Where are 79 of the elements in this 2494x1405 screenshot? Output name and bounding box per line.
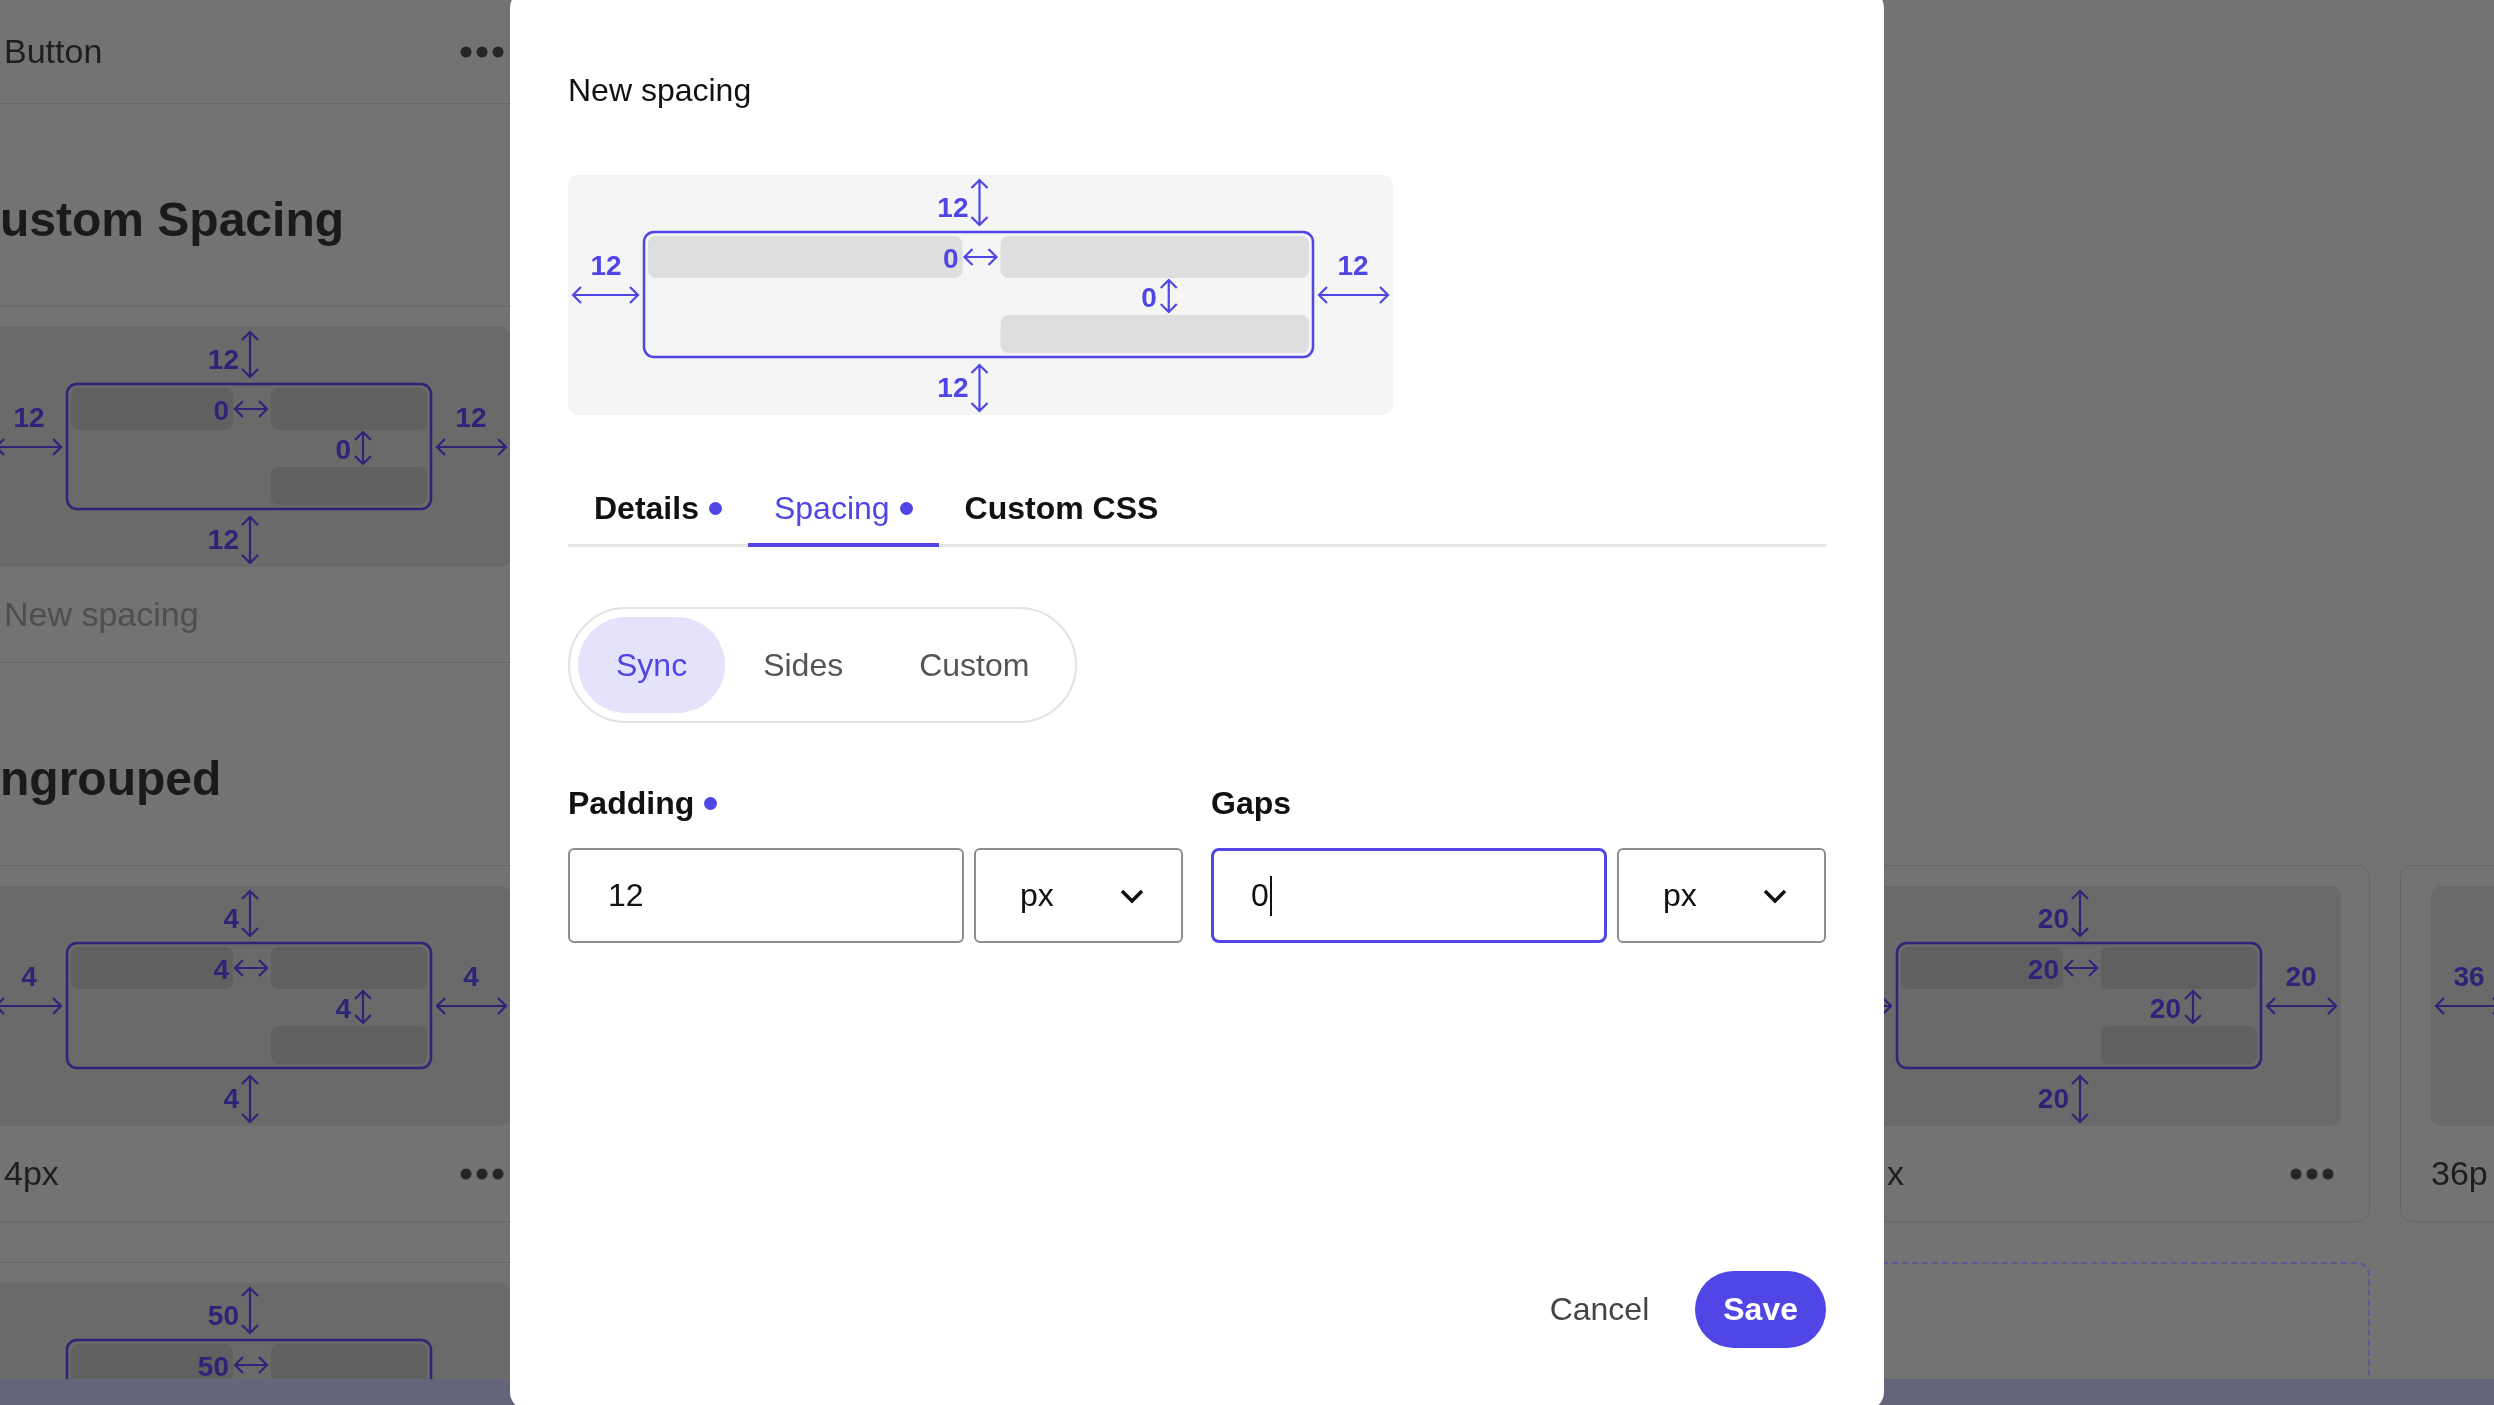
more-icon[interactable]	[460, 1167, 504, 1180]
unit-select[interactable]: px	[1617, 848, 1826, 943]
measure-label: 12	[590, 250, 622, 281]
measure-label: 20	[2027, 954, 2059, 985]
measure-label: 20	[2037, 1083, 2069, 1114]
section-heading: ngrouped	[0, 751, 222, 807]
measure-label: 0	[1141, 282, 1157, 313]
measure-label: 4	[213, 954, 229, 985]
double-arrow-icon	[435, 437, 508, 457]
double-arrow-icon	[353, 430, 373, 466]
measure-label: 0	[942, 243, 959, 274]
double-arrow-icon	[353, 989, 373, 1025]
measure-label: 12	[937, 192, 969, 223]
card-caption: 36p	[2431, 1154, 2488, 1193]
double-arrow-icon	[0, 437, 63, 457]
field-label: Padding	[568, 784, 695, 823]
chevron-icon	[1119, 887, 1145, 904]
double-arrow-icon	[2070, 889, 2090, 938]
measure-label: 50	[207, 1300, 239, 1331]
cancel-button[interactable]: Cancel	[1533, 1281, 1666, 1338]
measure-label: 50	[197, 1351, 229, 1382]
measure-label: 4	[463, 961, 479, 992]
double-arrow-icon	[0, 996, 63, 1016]
double-arrow-icon	[2265, 996, 2338, 1016]
double-arrow-icon	[240, 889, 260, 938]
measure-label: 12	[455, 402, 487, 433]
double-arrow-icon	[240, 515, 260, 565]
measure-label: 12	[937, 372, 969, 403]
measure-label: 12	[1337, 250, 1369, 281]
double-arrow-icon	[233, 958, 269, 978]
double-arrow-icon	[240, 1286, 260, 1335]
double-arrow-icon	[233, 1355, 269, 1375]
double-arrow-icon	[233, 399, 269, 419]
mode-option[interactable]: Sides	[725, 617, 882, 713]
double-arrow-icon	[240, 1074, 260, 1124]
mode-option[interactable]: Custom	[881, 617, 1068, 713]
tab[interactable]: Custom CSS	[938, 470, 1185, 547]
measure-label: 36	[2453, 961, 2485, 992]
measure-label: 20	[2149, 993, 2181, 1024]
chevron-icon	[1762, 887, 1788, 904]
save-button[interactable]: Save	[1695, 1271, 1826, 1348]
card-caption: 4px	[4, 1154, 59, 1193]
measure-label: 20	[2037, 903, 2069, 934]
measure-label: 0	[335, 434, 351, 465]
section-heading: ustom Spacing	[0, 192, 345, 248]
double-arrow-icon	[435, 996, 508, 1016]
measure-label: 4	[223, 1083, 239, 1114]
card-caption: x	[1887, 1154, 1904, 1193]
double-arrow-icon	[1317, 285, 1390, 305]
measure-label: 0	[213, 395, 229, 426]
double-arrow-icon	[240, 330, 260, 379]
measure-label: 12	[207, 524, 239, 555]
double-arrow-icon	[2183, 989, 2203, 1025]
dialog-title: New spacing	[568, 71, 753, 110]
double-arrow-icon	[962, 247, 999, 267]
tab[interactable]: Details	[568, 470, 748, 547]
measure-label: 4	[223, 903, 239, 934]
card-caption: Button	[4, 32, 103, 71]
double-arrow-icon	[2070, 1074, 2090, 1124]
double-arrow-icon	[2434, 996, 2494, 1016]
more-icon[interactable]	[2290, 1167, 2334, 1180]
field-label: Gaps	[1211, 784, 1292, 823]
double-arrow-icon	[571, 285, 640, 305]
measure-label: 4	[21, 961, 37, 992]
unit-select[interactable]: px	[974, 848, 1183, 943]
double-arrow-icon	[1159, 278, 1178, 314]
text-cursor	[1269, 875, 1272, 916]
tab[interactable]: Spacing	[747, 470, 939, 547]
measure-label: 12	[13, 402, 45, 433]
number-field[interactable]: 12	[568, 848, 964, 943]
measure-label: 20	[2285, 961, 2317, 992]
number-field[interactable]: 0	[1211, 848, 1607, 943]
double-arrow-icon	[2063, 958, 2099, 978]
double-arrow-icon	[970, 178, 989, 227]
double-arrow-icon	[970, 363, 989, 413]
mode-option[interactable]: Sync	[578, 617, 726, 713]
measure-label: 4	[335, 993, 351, 1024]
more-icon[interactable]	[460, 45, 504, 58]
measure-label: 12	[207, 344, 239, 375]
